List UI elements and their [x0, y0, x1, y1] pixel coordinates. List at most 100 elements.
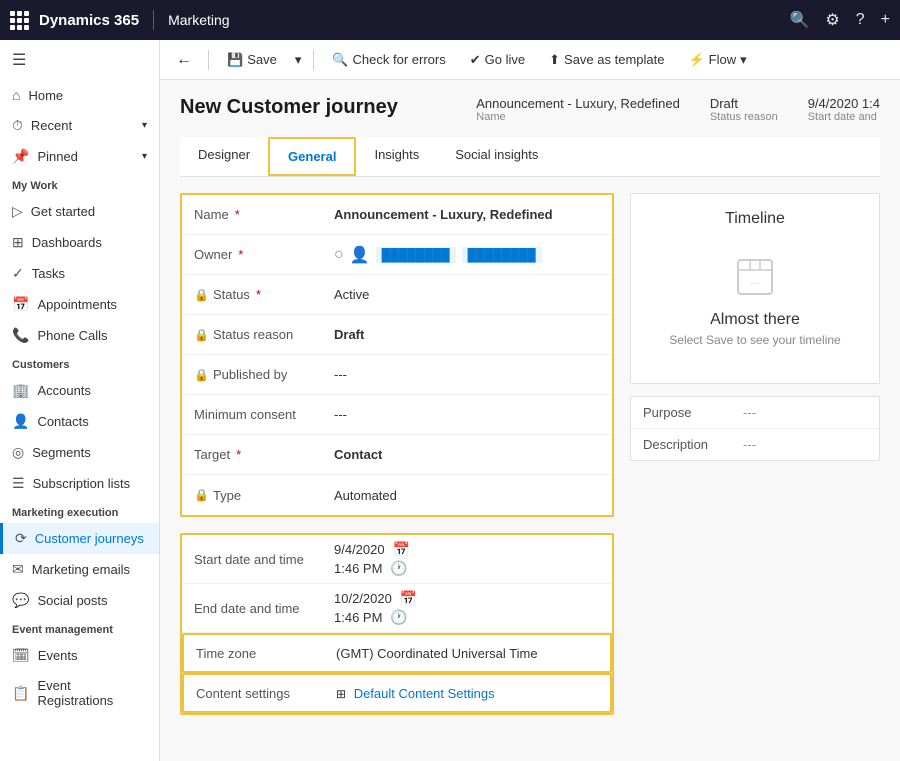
add-icon[interactable]: +: [881, 11, 890, 29]
timeline-subtitle: Select Save to see your timeline: [647, 333, 863, 347]
calendar-icon[interactable]: 📅: [393, 541, 410, 558]
sidebar-item-segments[interactable]: ◎ Segments: [0, 437, 159, 468]
field-status: 🔒 Status * Active: [182, 275, 612, 315]
statusreason-value: Draft: [334, 327, 600, 342]
sidebar-item-events[interactable]: 🗓 Events: [0, 640, 159, 671]
toolbar: ← 💾 Save ▾ 🔍 Check for errors ✔ Go live …: [160, 40, 900, 80]
sidebar-item-phonecalls[interactable]: 📞 Phone Calls: [0, 320, 159, 351]
calendar-icon: 📅: [12, 296, 29, 313]
sidebar-item-contacts[interactable]: 👤 Contacts: [0, 406, 159, 437]
timezone-value[interactable]: (GMT) Coordinated Universal Time: [336, 646, 598, 661]
check-errors-button[interactable]: 🔍 Check for errors: [322, 47, 455, 73]
sidebar: ☰ ⌂ Home ⏱ Recent ▾ 📌 Pinned ▾ My Work ▷…: [0, 40, 160, 761]
search-icon[interactable]: 🔍: [789, 10, 809, 30]
name-value[interactable]: Announcement - Luxury, Redefined: [334, 207, 600, 222]
toolbar-divider: [208, 50, 209, 70]
datetime-section: Start date and time 9/4/2020 📅 1:46 PM 🕐: [180, 533, 614, 715]
tab-general[interactable]: General: [268, 137, 356, 176]
clock-icon[interactable]: 🕐: [390, 560, 407, 577]
page-content: New Customer journey Announcement - Luxu…: [160, 80, 900, 761]
contentsettings-link[interactable]: Default Content Settings: [354, 686, 495, 701]
owner-value[interactable]: ○ 👤 ████████ ████████: [334, 245, 600, 265]
minimumconsent-value: ---: [334, 407, 600, 422]
save-template-button[interactable]: ⬆ Save as template: [539, 47, 674, 73]
basic-info-section: Name * Announcement - Luxury, Redefined …: [180, 193, 614, 517]
contentsettings-value[interactable]: ⊞ Default Content Settings: [336, 686, 598, 701]
lock-icon: 🔒: [194, 368, 209, 382]
page-header-meta: Announcement - Luxury, Redefined Name Dr…: [476, 96, 880, 123]
play-icon: ▷: [12, 203, 23, 220]
clock-icon[interactable]: 🕐: [390, 609, 407, 626]
flow-button[interactable]: ⚡ Flow ▾: [678, 47, 756, 73]
registration-icon: 📋: [12, 685, 29, 702]
expand-icon: ▾: [142, 151, 147, 162]
purpose-value[interactable]: ---: [743, 405, 756, 420]
waffle-menu-icon[interactable]: [10, 11, 29, 30]
startdatetime-value[interactable]: 9/4/2020 📅 1:46 PM 🕐: [334, 541, 600, 577]
sidebar-item-customerjourneys[interactable]: ⟳ Customer journeys: [0, 523, 159, 554]
timeline-message: Almost there: [647, 311, 863, 329]
sidebar-item-tasks[interactable]: ✓ Tasks: [0, 258, 159, 289]
meta-date: 9/4/2020 1:4 Start date and: [808, 96, 880, 123]
field-name: Name * Announcement - Luxury, Redefined: [182, 195, 612, 235]
sidebar-item-accounts[interactable]: 🏢 Accounts: [0, 375, 159, 406]
content-settings-icon: ⊞: [336, 687, 346, 701]
description-value[interactable]: ---: [743, 437, 756, 452]
owner-name-badge[interactable]: ████████: [376, 247, 456, 263]
field-type: 🔒 Type Automated: [182, 475, 612, 515]
type-label: 🔒 Type: [194, 488, 334, 503]
target-value[interactable]: Contact: [334, 447, 600, 462]
save-button[interactable]: 💾 Save: [217, 47, 287, 73]
toolbar-divider2: [313, 50, 314, 70]
required-indicator: *: [238, 247, 243, 262]
main-layout: ☰ ⌂ Home ⏱ Recent ▾ 📌 Pinned ▾ My Work ▷…: [0, 40, 900, 761]
save-dropdown-button[interactable]: ▾: [291, 47, 306, 73]
nav-divider: [153, 10, 154, 30]
lock-icon: 🔒: [194, 488, 209, 502]
section-label-customers: Customers: [0, 351, 159, 375]
owner-label: Owner *: [194, 247, 334, 262]
go-live-button[interactable]: ✔ Go live: [460, 47, 535, 73]
owner-org-badge[interactable]: ████████: [462, 247, 542, 263]
sidebar-item-socialposts[interactable]: 💬 Social posts: [0, 585, 159, 616]
enddatetime-value[interactable]: 10/2/2020 📅 1:46 PM 🕐: [334, 590, 600, 626]
settings-icon[interactable]: ⚙: [825, 10, 839, 30]
field-enddatetime: End date and time 10/2/2020 📅 1:46 PM 🕐: [182, 584, 612, 633]
purpose-row: Purpose ---: [631, 397, 879, 429]
save-icon: 💾: [227, 52, 243, 68]
sidebar-item-pinned[interactable]: 📌 Pinned ▾: [0, 141, 159, 172]
calendar-icon[interactable]: 📅: [400, 590, 417, 607]
sidebar-toggle[interactable]: ☰: [0, 40, 159, 80]
form-main: Name * Announcement - Luxury, Redefined …: [180, 193, 614, 731]
sidebar-item-eventregistrations[interactable]: 📋 Event Registrations: [0, 671, 159, 715]
end-time-field: 1:46 PM 🕐: [334, 609, 600, 626]
tab-designer[interactable]: Designer: [180, 137, 268, 176]
phone-icon: 📞: [12, 327, 29, 344]
timeline-title: Timeline: [647, 210, 863, 228]
brand-name: Dynamics 365: [39, 12, 139, 29]
sidebar-item-subscriptionlists[interactable]: ☰ Subscription lists: [0, 468, 159, 499]
sidebar-item-getstarted[interactable]: ▷ Get started: [0, 196, 159, 227]
section-label-events: Event management: [0, 616, 159, 640]
field-owner: Owner * ○ 👤 ████████ ████████: [182, 235, 612, 275]
tab-socialinsights[interactable]: Social insights: [437, 137, 556, 176]
building-icon: 🏢: [12, 382, 29, 399]
app-name: Marketing: [168, 12, 229, 28]
field-statusreason: 🔒 Status reason Draft: [182, 315, 612, 355]
sidebar-item-appointments[interactable]: 📅 Appointments: [0, 289, 159, 320]
help-icon[interactable]: ?: [856, 11, 865, 29]
sidebar-item-home[interactable]: ⌂ Home: [0, 80, 159, 110]
target-label: Target *: [194, 447, 334, 462]
start-date-field: 9/4/2020 📅: [334, 541, 600, 558]
segment-icon: ◎: [12, 444, 24, 461]
sidebar-item-dashboards[interactable]: ⊞ Dashboards: [0, 227, 159, 258]
email-icon: ✉: [12, 561, 24, 578]
sidebar-item-marketingemails[interactable]: ✉ Marketing emails: [0, 554, 159, 585]
field-timezone: Time zone (GMT) Coordinated Universal Ti…: [182, 633, 612, 673]
sidebar-item-recent[interactable]: ⏱ Recent ▾: [0, 110, 159, 141]
publishedby-label: 🔒 Published by: [194, 367, 334, 382]
meta-name: Announcement - Luxury, Redefined Name: [476, 96, 680, 123]
type-value: Automated: [334, 488, 600, 503]
tab-insights[interactable]: Insights: [356, 137, 437, 176]
back-button[interactable]: ←: [168, 46, 200, 74]
